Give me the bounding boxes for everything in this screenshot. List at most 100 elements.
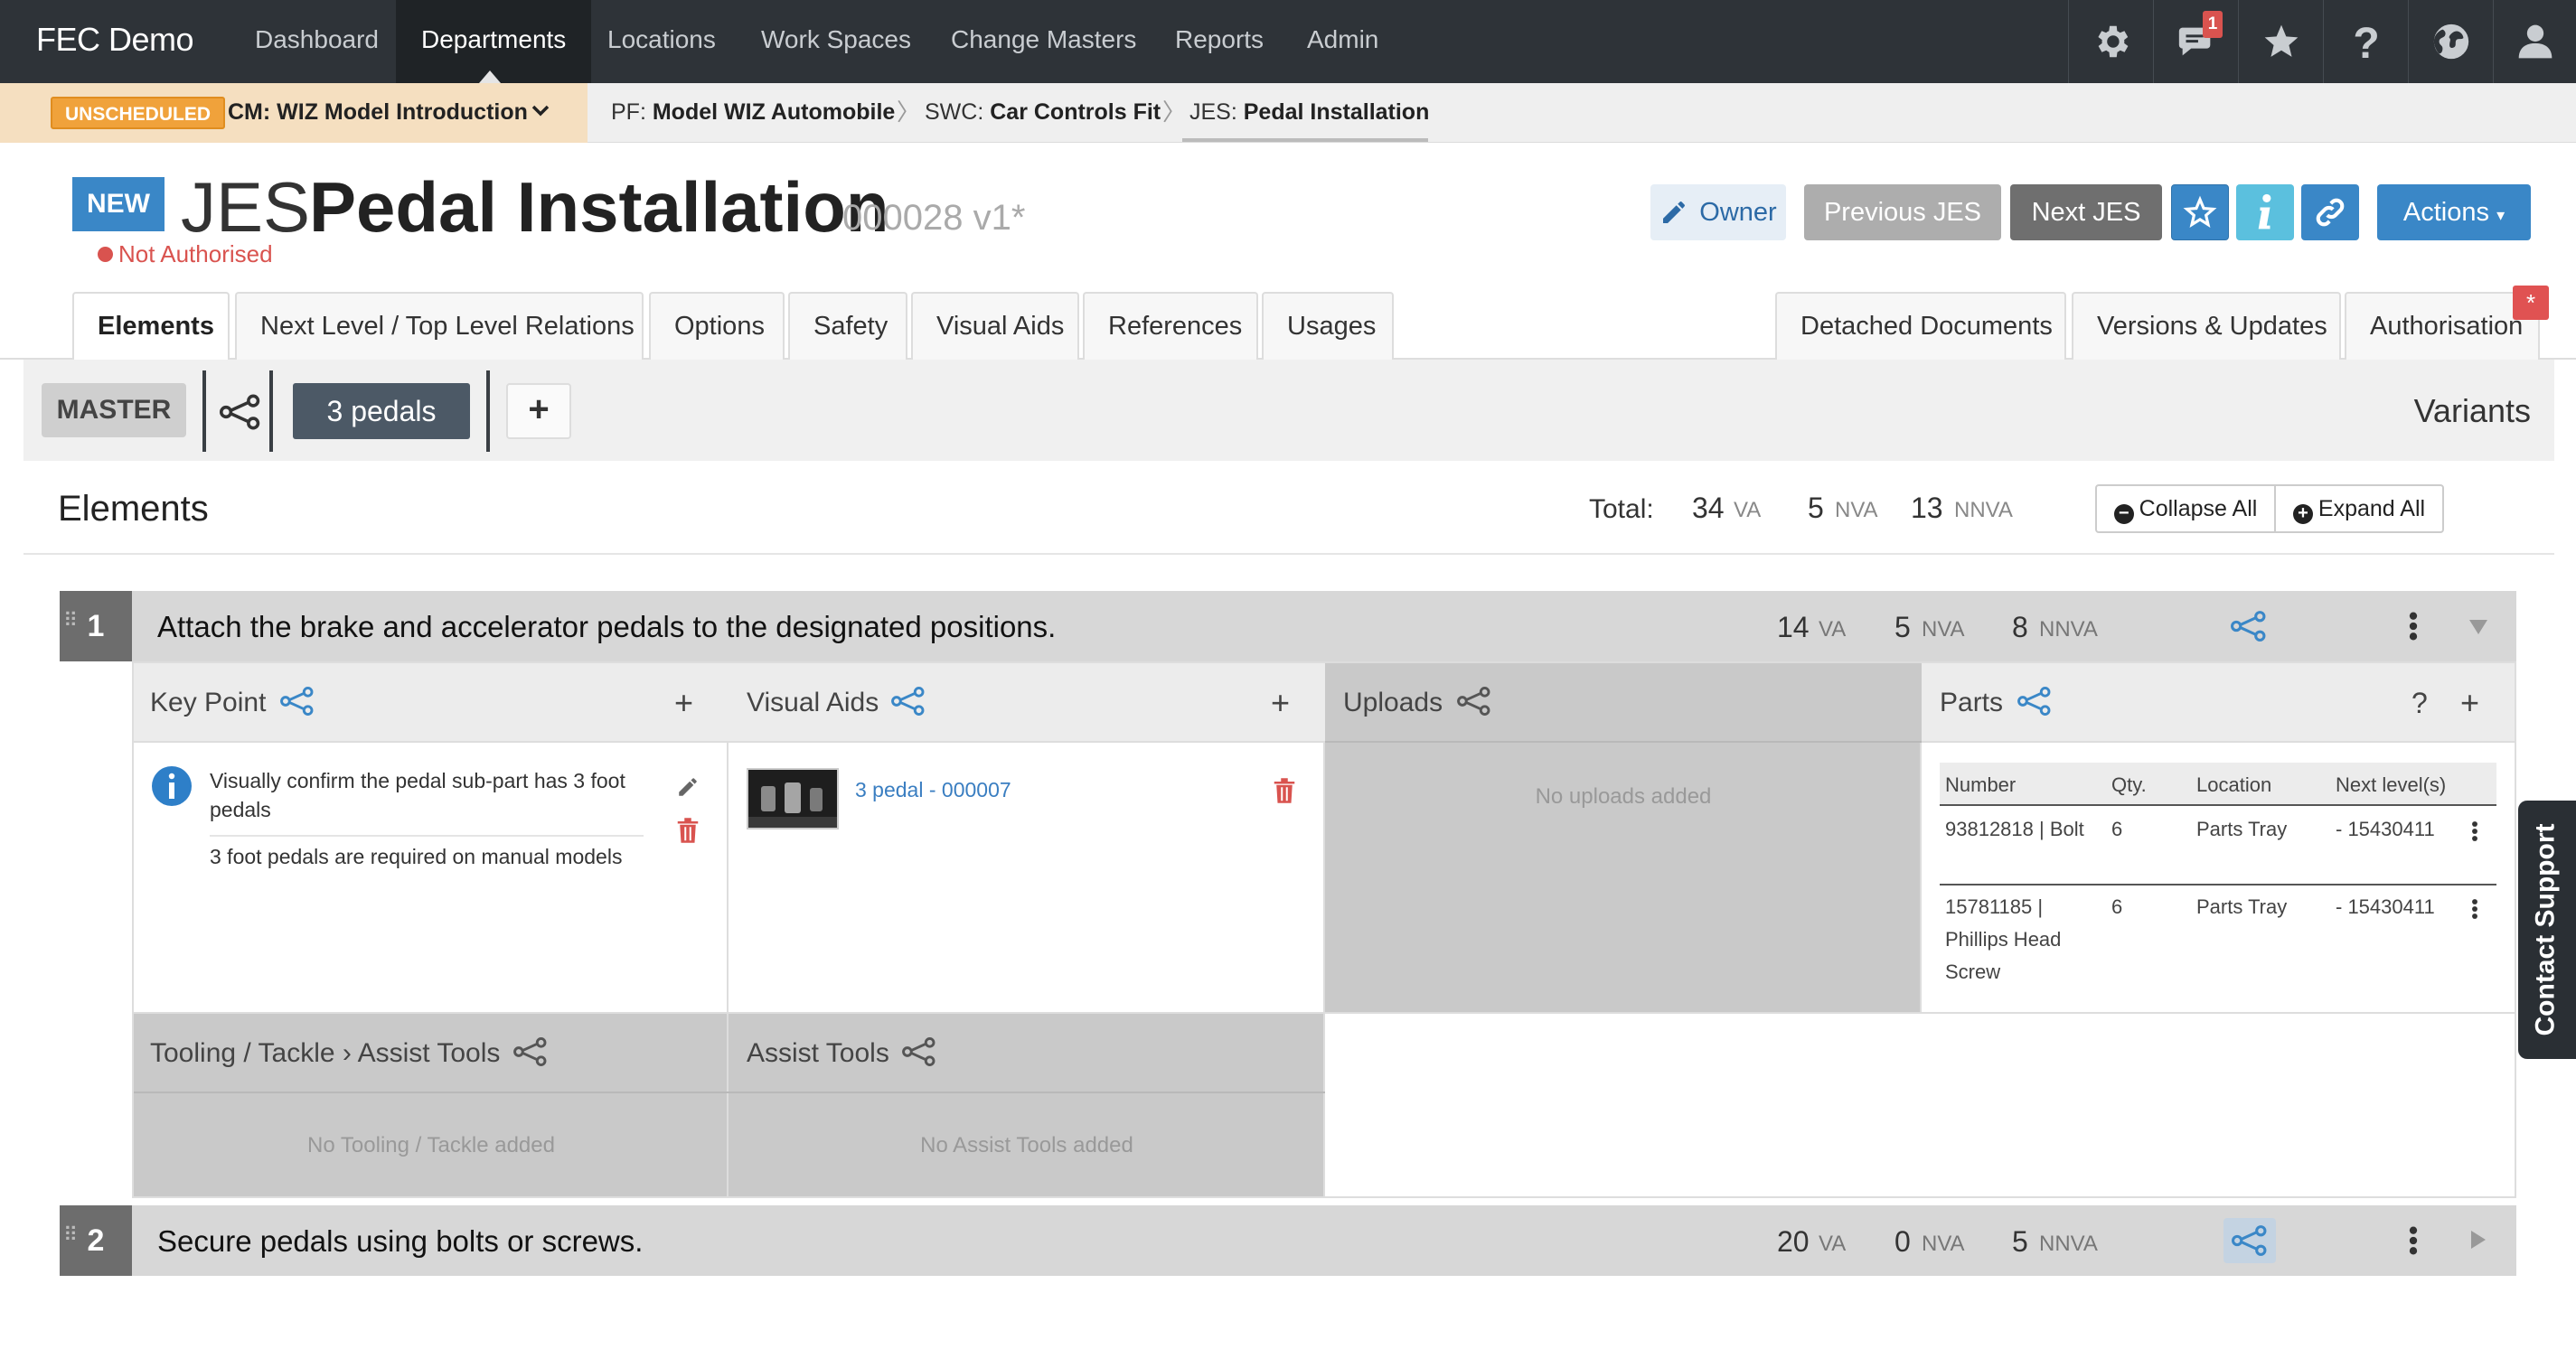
parts-col-number: Number (1945, 773, 2017, 796)
notifications-button[interactable] (2153, 0, 2238, 83)
crumb-product-family[interactable]: PF: Model WIZ Automobile (611, 83, 895, 143)
crumb-jes[interactable]: JES: Pedal Installation (1189, 83, 1429, 143)
assist-tools-share-button[interactable] (902, 1037, 936, 1066)
nav-reports[interactable]: Reports (1150, 0, 1289, 83)
assist-tools-title: Assist Tools (747, 1038, 889, 1068)
parts-title: Parts (1940, 688, 2004, 717)
parts-col-location: Location (2196, 773, 2272, 796)
tab-options[interactable]: Options (649, 292, 785, 360)
visual-aid-link[interactable]: 3 pedal - 000007 (855, 775, 1011, 804)
add-part-button[interactable]: + (2460, 685, 2479, 721)
settings-button[interactable] (2068, 0, 2153, 83)
collapse-triangle-icon[interactable] (2468, 618, 2489, 636)
delete-visual-aid-button[interactable] (1273, 777, 1296, 804)
uploads-share-button[interactable] (1457, 687, 1491, 716)
favorites-button[interactable] (2238, 0, 2323, 83)
part-menu-button[interactable] (2471, 896, 2478, 922)
trash-icon (677, 818, 699, 843)
element-share-button[interactable] (2231, 611, 2267, 642)
copy-link-button[interactable] (2301, 184, 2359, 240)
assist-tools-empty-text: No Assist Tools added (920, 1133, 1133, 1157)
tab-visual-aids[interactable]: Visual Aids (911, 292, 1079, 360)
key-point-text: Visually confirm the pedal sub-part has … (210, 769, 625, 821)
share-branch-icon (280, 687, 314, 716)
title-prefix: JES (181, 167, 311, 247)
tab-references[interactable]: References (1083, 292, 1258, 360)
next-jes-button[interactable]: Next JES (2010, 184, 2162, 240)
tab-authorisation[interactable]: Authorisation (2345, 292, 2540, 360)
language-button[interactable] (2408, 0, 2493, 83)
crumb-swc[interactable]: SWC: Car Controls Fit (925, 83, 1161, 143)
share-branch-icon (2017, 687, 2051, 716)
parts-help-button[interactable]: ? (2411, 685, 2428, 721)
brand-logo[interactable]: FEC Demo (36, 0, 194, 83)
user-icon (2518, 24, 2552, 59)
nav-work-spaces[interactable]: Work Spaces (736, 0, 936, 83)
svg-text:?: ? (2353, 20, 2379, 63)
master-variant-button[interactable]: MASTER (42, 383, 186, 437)
tab-safety[interactable]: Safety (788, 292, 907, 360)
actions-dropdown-button[interactable]: Actions ▾ (2377, 184, 2531, 240)
add-variant-button[interactable]: + (506, 383, 571, 439)
drag-handle-icon[interactable]: ⠿ (63, 1225, 78, 1245)
nav-admin[interactable]: Admin (1282, 0, 1404, 83)
key-point-share-button[interactable] (280, 687, 315, 716)
row-va-value: 14 (1777, 611, 1810, 643)
expand-all-button[interactable]: + Expand All (2274, 484, 2444, 533)
crumb-change-master[interactable]: CM: WIZ Model Introduction (228, 83, 528, 143)
element-menu-button[interactable] (2408, 1225, 2419, 1256)
element-description: Secure pedals using bolts or screws. (157, 1224, 644, 1258)
previous-jes-button[interactable]: Previous JES (1804, 184, 2001, 240)
user-menu-button[interactable] (2493, 0, 2576, 83)
parts-col-next-levels: Next level(s) (2336, 773, 2447, 796)
favorite-button[interactable] (2171, 184, 2229, 240)
nav-active-caret (479, 70, 501, 83)
tab-detached-documents[interactable]: Detached Documents (1775, 292, 2066, 360)
pencil-icon (679, 778, 697, 796)
authorisation-status: Not Authorised (118, 240, 273, 267)
tab-versions-updates[interactable]: Versions & Updates (2072, 292, 2341, 360)
owner-button[interactable]: Owner (1650, 184, 1786, 240)
divider (210, 835, 644, 837)
nav-dashboard[interactable]: Dashboard (230, 0, 404, 83)
edit-key-point-button[interactable] (676, 775, 700, 799)
version-label: 000028 v1* (842, 198, 1026, 238)
help-button[interactable]: ? (2323, 0, 2408, 83)
kebab-menu-icon (2472, 821, 2477, 841)
visual-aid-thumbnail[interactable] (747, 768, 839, 829)
parts-share-button[interactable] (2017, 687, 2052, 716)
contact-support-label[interactable]: Contact Support (2516, 801, 2574, 1059)
expand-triangle-icon[interactable] (2469, 1229, 2487, 1251)
page-title: Pedal Installation (309, 167, 889, 247)
tooling-share-button[interactable] (513, 1037, 548, 1066)
minus-circle-icon: − (2113, 504, 2134, 524)
add-key-point-button[interactable]: + (674, 685, 693, 721)
divider (269, 370, 273, 452)
collapse-all-button[interactable]: − Collapse All (2095, 484, 2276, 533)
chevron-down-icon[interactable] (530, 99, 551, 121)
add-visual-aid-button[interactable]: + (1271, 685, 1290, 721)
delete-key-point-button[interactable] (676, 817, 700, 844)
part-number: 93812818 | Bolt (1945, 818, 2084, 840)
notification-count-badge: 1 (2203, 11, 2223, 38)
element-share-button[interactable] (2223, 1218, 2276, 1263)
nnva-unit: NNVA (2039, 617, 2098, 642)
part-menu-button[interactable] (2471, 819, 2478, 844)
nav-locations[interactable]: Locations (582, 0, 741, 83)
kebab-menu-icon (2409, 612, 2418, 641)
tab-relations[interactable]: Next Level / Top Level Relations (235, 292, 644, 360)
drag-handle-icon[interactable]: ⠿ (63, 611, 78, 631)
visual-aids-share-button[interactable] (891, 687, 926, 716)
trash-icon (1274, 778, 1295, 803)
element-menu-button[interactable] (2408, 611, 2419, 642)
info-button[interactable] (2236, 184, 2294, 240)
nav-change-masters[interactable]: Change Masters (926, 0, 1161, 83)
variant-share-button[interactable] (213, 387, 268, 437)
total-label: Total: (1589, 494, 1654, 524)
nva-unit: NVA (1835, 498, 1878, 522)
variant-selected-pill[interactable]: 3 pedals (293, 383, 470, 439)
kebab-menu-icon (2409, 1226, 2418, 1255)
tab-usages[interactable]: Usages (1262, 292, 1394, 360)
tab-elements[interactable]: Elements (72, 292, 230, 361)
nva-unit: NVA (1922, 617, 1965, 642)
